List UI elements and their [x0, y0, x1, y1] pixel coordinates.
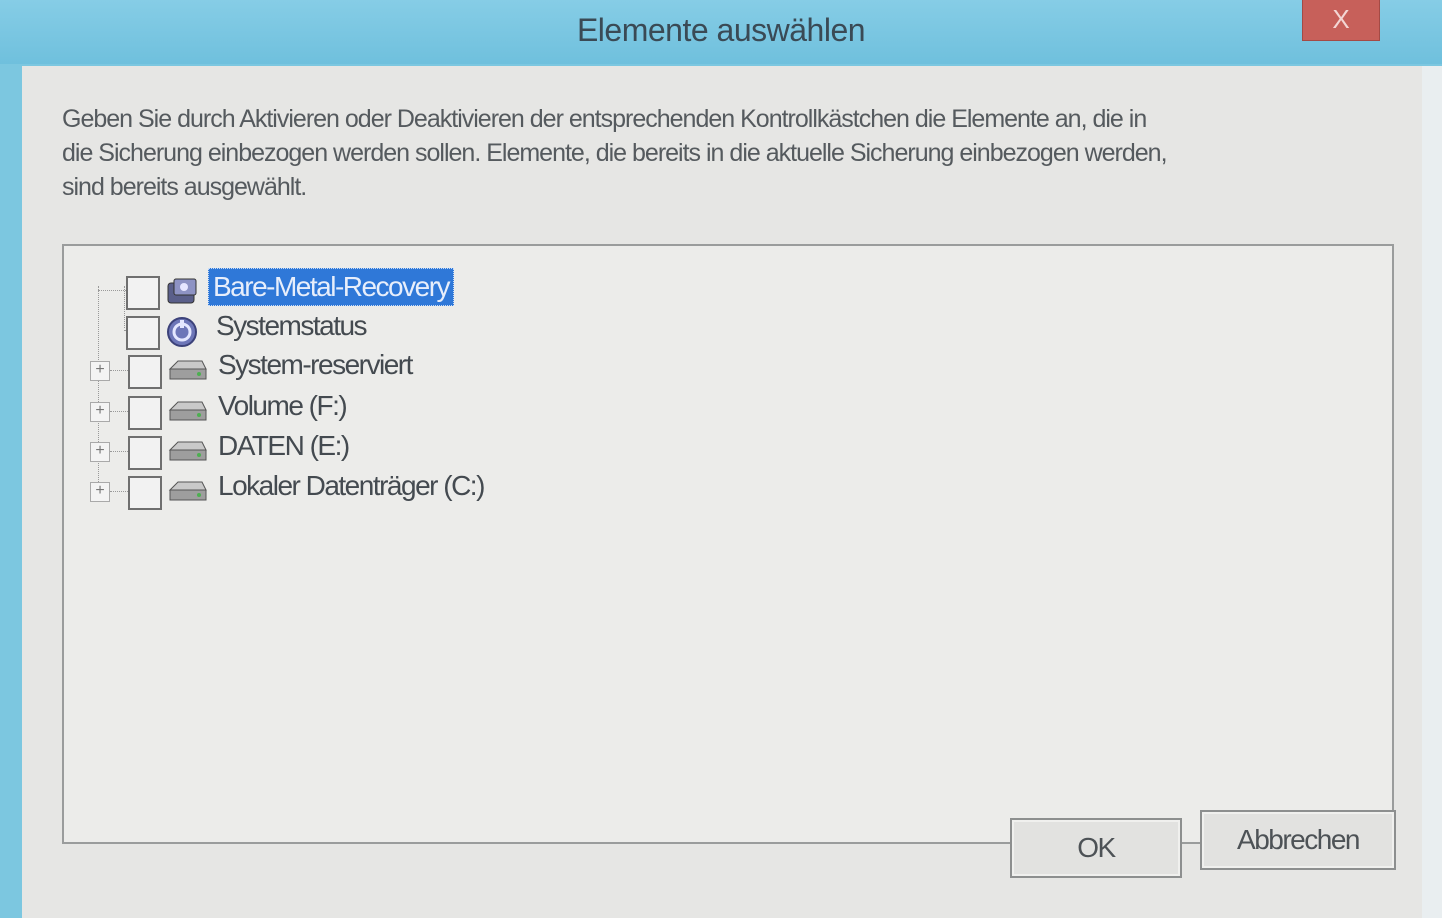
tree-connector-line	[110, 451, 128, 452]
tree-item-label[interactable]: Volume (F:)	[214, 388, 350, 424]
tree-item-checkbox[interactable]	[126, 316, 160, 350]
title-bar[interactable]: Elemente auswählen X	[0, 0, 1442, 64]
tree-connector-line	[98, 290, 126, 291]
tree-item-label[interactable]: System-reserviert	[214, 347, 416, 383]
tree-item-label[interactable]: Lokaler Datenträger (C:)	[214, 468, 488, 504]
ok-button[interactable]: OK	[1010, 818, 1182, 878]
instructions-text: Geben Sie durch Aktivieren oder Deaktivi…	[62, 102, 1342, 204]
expand-toggle-icon[interactable]: +	[90, 482, 110, 502]
items-tree[interactable]: Bare-Metal-Recovery Systemstatus + Syste…	[62, 244, 1394, 844]
dialog-client-area: Geben Sie durch Aktivieren oder Deaktivi…	[22, 66, 1422, 918]
tree-item-checkbox[interactable]	[126, 276, 160, 310]
close-button[interactable]: X	[1302, 0, 1380, 41]
window-edge	[1422, 66, 1442, 918]
tree-item-checkbox[interactable]	[128, 436, 162, 470]
tree-item-label[interactable]: Systemstatus	[212, 308, 370, 344]
tree-connector-line	[110, 491, 128, 492]
tree-connector-line	[110, 411, 128, 412]
instructions-line: die Sicherung einbezogen werden sollen. …	[62, 139, 1168, 167]
drive-icon	[168, 357, 207, 387]
tree-connector-line	[110, 370, 128, 371]
tree-item-checkbox[interactable]	[128, 396, 162, 430]
tree-item-checkbox[interactable]	[128, 355, 162, 389]
expand-toggle-icon[interactable]: +	[90, 442, 110, 462]
drive-icon	[168, 478, 207, 508]
tree-item-checkbox[interactable]	[128, 476, 162, 510]
instructions-line: Geben Sie durch Aktivieren oder Deaktivi…	[62, 105, 1147, 133]
bare-metal-recovery-icon	[166, 277, 202, 307]
expand-toggle-icon[interactable]: +	[90, 361, 110, 381]
expand-toggle-icon[interactable]: +	[90, 402, 110, 422]
dialog-window: Elemente auswählen X Geben Sie durch Akt…	[0, 0, 1442, 918]
drive-icon	[168, 438, 207, 468]
instructions-line: sind bereits ausgewählt.	[62, 173, 307, 201]
dialog-title: Elemente auswählen	[576, 12, 866, 48]
cancel-button[interactable]: Abbrechen	[1200, 810, 1396, 870]
tree-connector-line	[124, 286, 125, 328]
tree-item-label[interactable]: Bare-Metal-Recovery	[208, 268, 455, 306]
drive-icon	[168, 398, 207, 428]
system-state-icon	[166, 316, 202, 347]
tree-item-label[interactable]: DATEN (E:)	[214, 428, 353, 464]
